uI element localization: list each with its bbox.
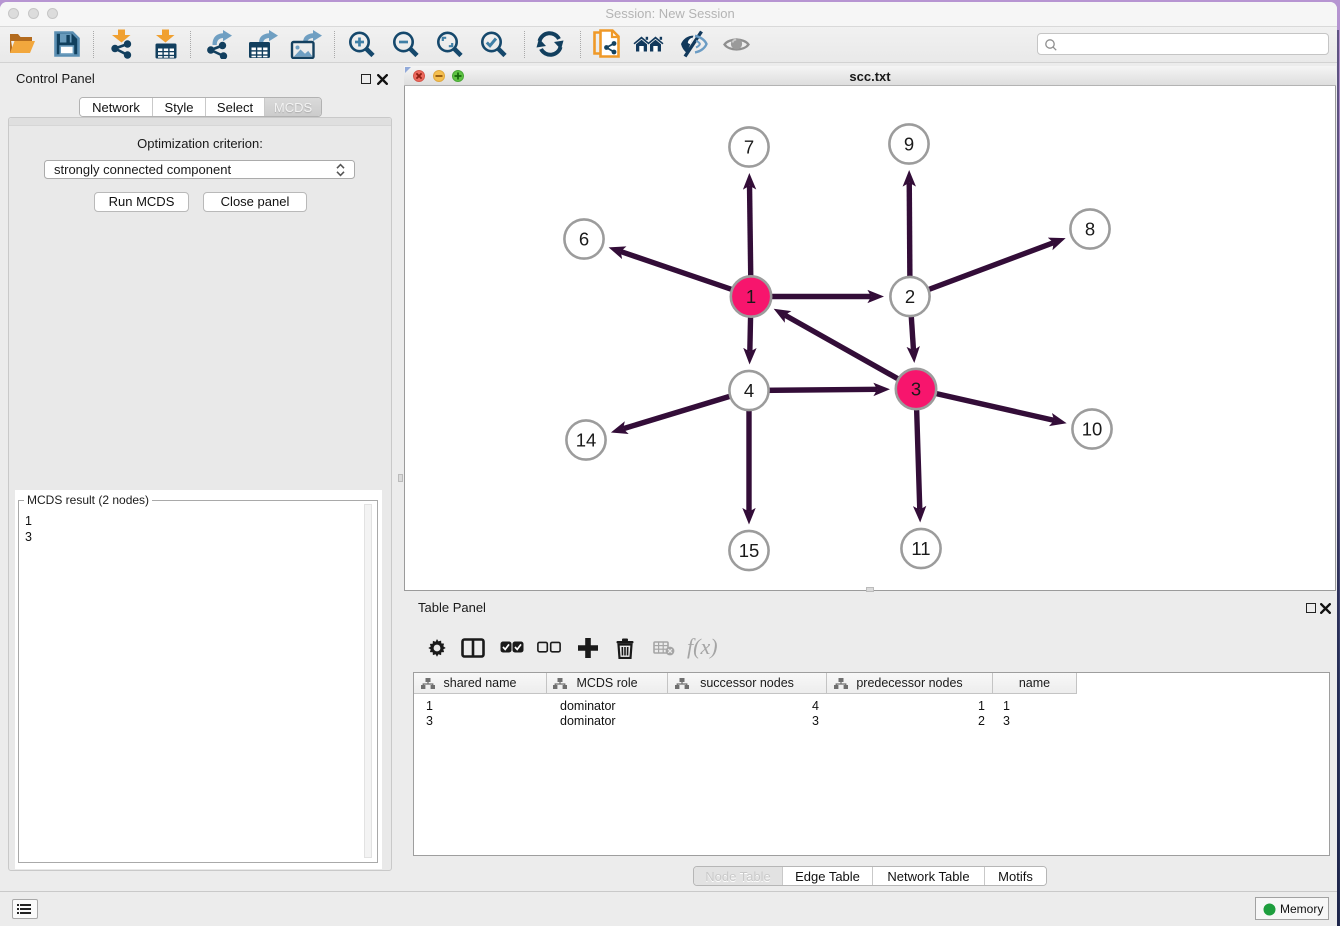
svg-text:8: 8 [1085,219,1095,240]
svg-text:7: 7 [744,137,754,158]
svg-text:9: 9 [904,134,914,155]
svg-text:15: 15 [739,540,760,561]
svg-text:6: 6 [579,229,589,250]
svg-text:2: 2 [905,286,915,307]
svg-text:10: 10 [1082,419,1103,440]
svg-text:1: 1 [746,286,756,307]
svg-text:4: 4 [744,380,754,401]
svg-text:11: 11 [911,538,930,559]
svg-text:3: 3 [911,379,921,400]
svg-text:14: 14 [576,430,597,451]
